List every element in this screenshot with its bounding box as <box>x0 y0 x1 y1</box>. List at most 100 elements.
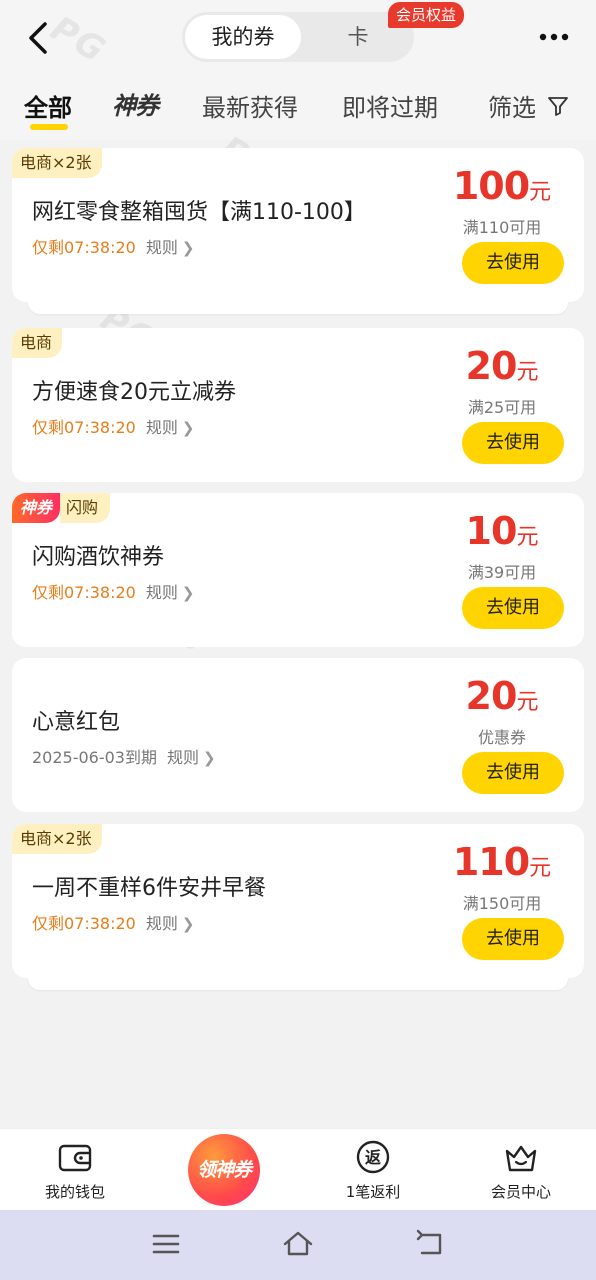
coupon-card: 电商×2张 一周不重样6件安井早餐 仅剩07:38:20 规则 ❯ 110元 满15… <box>12 824 584 994</box>
coupon-rule-link[interactable]: 规则 <box>146 418 178 437</box>
home-icon[interactable] <box>282 1228 314 1260</box>
use-coupon-button[interactable]: 去使用 <box>462 918 564 960</box>
active-tab-indicator <box>30 124 68 130</box>
coupon-amount-unit: 元 <box>529 856 552 881</box>
shenquan-badge: 神券 <box>12 493 61 523</box>
chevron-right-icon: ❯ <box>181 239 195 257</box>
menu-icon[interactable] <box>150 1228 182 1260</box>
filter-tabs: 全部 神券 最新获得 即将过期 筛选 <box>0 84 596 134</box>
coupon-amount-unit: 元 <box>516 525 539 550</box>
filter-funnel-icon[interactable] <box>546 94 570 118</box>
coupon-card-body[interactable]: 心意红包 2025-06-03到期 规则 ❯ 20元 优惠券 去使用 <box>12 658 584 812</box>
coupon-amount: 20元 <box>442 674 562 718</box>
nav-wallet-label: 我的钱包 <box>44 1183 105 1201</box>
coupon-card-body[interactable]: 电商×2张 网红零食整箱囤货【满110-100】 仅剩07:38:20 规则 ❯ 1… <box>12 148 584 302</box>
tab-my-coupons[interactable]: 我的券 <box>185 15 301 59</box>
card-stack-shadow <box>28 978 568 990</box>
coupon-title: 方便速食20元立减券 <box>32 380 236 405</box>
use-coupon-button[interactable]: 去使用 <box>462 242 564 284</box>
coupon-rule-link[interactable]: 规则 <box>167 748 199 767</box>
coupon-condition: 满25可用 <box>467 398 537 417</box>
chevron-right-icon: ❯ <box>181 584 195 602</box>
coupon-amount-value: 100 <box>452 164 530 208</box>
coupon-countdown: 仅剩07:38:20 <box>32 238 136 257</box>
get-shenquan-button[interactable]: 领神券 <box>188 1134 260 1206</box>
coupon-tag: 电商×2张 <box>12 824 102 854</box>
system-navigation-bar <box>0 1210 596 1280</box>
more-dots-icon <box>539 33 569 41</box>
coupon-condition: 优惠券 <box>477 728 526 747</box>
coupon-card: 电商 方便速食20元立减券 仅剩07:38:20 规则 ❯ 20元 满25可用 去使… <box>12 328 584 482</box>
coupon-countdown: 仅剩07:38:20 <box>32 914 136 933</box>
segment-control: 我的券 卡 <box>182 12 414 62</box>
filter-tab-all[interactable]: 全部 <box>24 88 72 123</box>
filter-tab-expiring[interactable]: 即将过期 <box>342 88 438 123</box>
filter-tab-shenquan[interactable]: 神券 <box>112 86 159 121</box>
back-button[interactable] <box>20 18 56 58</box>
coupon-meta: 仅剩07:38:20 规则 ❯ <box>32 414 194 438</box>
nav-rebate[interactable]: 返 1笔返利 <box>318 1139 428 1202</box>
coupon-title: 一周不重样6件安井早餐 <box>32 876 266 901</box>
coupon-card: 心意红包 2025-06-03到期 规则 ❯ 20元 优惠券 去使用 <box>12 658 584 812</box>
coupon-amount-unit: 元 <box>529 180 552 205</box>
coupon-title: 网红零食整箱囤货【满110-100】 <box>32 200 366 225</box>
wallet-icon <box>58 1144 92 1172</box>
coupon-condition: 满110可用 <box>462 218 542 237</box>
chevron-right-icon: ❯ <box>181 419 195 437</box>
nav-wallet[interactable]: 我的钱包 <box>20 1139 130 1202</box>
coupon-rule-link[interactable]: 规则 <box>146 238 178 257</box>
coupon-tag: 闪购 <box>60 493 111 523</box>
coupon-card: 电商×2张 网红零食整箱囤货【满110-100】 仅剩07:38:20 规则 ❯ 1… <box>12 148 584 318</box>
coupon-countdown: 仅剩07:38:20 <box>32 583 136 602</box>
coupon-card: 神券 闪购 闪购酒饮神券 仅剩07:38:20 规则 ❯ 10元 满39可用 去使用 <box>12 493 584 647</box>
coupon-amount-value: 20 <box>465 674 518 718</box>
coupon-amount: 20元 <box>442 344 562 388</box>
vip-benefits-badge[interactable]: 会员权益 <box>388 2 465 28</box>
bottom-nav: 我的钱包 返 1笔返利 会员中心 <box>0 1128 596 1210</box>
coupon-amount: 110元 <box>442 840 562 884</box>
coupon-meta: 仅剩07:38:20 规则 ❯ <box>32 234 194 258</box>
nav-rebate-label: 1笔返利 <box>345 1183 401 1201</box>
filter-tab-newest[interactable]: 最新获得 <box>202 88 298 123</box>
coupon-meta: 仅剩07:38:20 规则 ❯ <box>32 910 194 934</box>
coupon-amount-value: 110 <box>452 840 530 884</box>
coupon-amount: 100元 <box>442 164 562 208</box>
coupon-countdown: 仅剩07:38:20 <box>32 418 136 437</box>
nav-member-label: 会员中心 <box>490 1183 551 1201</box>
coupon-amount-unit: 元 <box>516 690 539 715</box>
chevron-right-icon: ❯ <box>203 749 216 767</box>
coupon-card-body[interactable]: 神券 闪购 闪购酒饮神券 仅剩07:38:20 规则 ❯ 10元 满39可用 去使用 <box>12 493 584 647</box>
coupon-card-body[interactable]: 电商 方便速食20元立减券 仅剩07:38:20 规则 ❯ 20元 满25可用 去使… <box>12 328 584 482</box>
nav-member-center[interactable]: 会员中心 <box>466 1139 576 1202</box>
use-coupon-button[interactable]: 去使用 <box>462 587 564 629</box>
coupon-title: 心意红包 <box>32 710 121 735</box>
coupon-tag: 电商×2张 <box>12 148 102 178</box>
coupon-amount: 10元 <box>442 509 562 553</box>
coupon-card-body[interactable]: 电商×2张 一周不重样6件安井早餐 仅剩07:38:20 规则 ❯ 110元 满15… <box>12 824 584 978</box>
coupon-rule-link[interactable]: 规则 <box>146 914 178 933</box>
use-coupon-button[interactable]: 去使用 <box>462 752 564 794</box>
coupon-amount-value: 10 <box>465 509 518 553</box>
rebate-icon-text: 返 <box>365 1148 381 1167</box>
coupon-tag: 电商 <box>12 328 63 358</box>
card-stack-shadow <box>28 302 568 314</box>
filter-button[interactable]: 筛选 <box>488 88 536 123</box>
header: 我的券 卡 会员权益 全部 神券 最新获得 即将过期 筛选 <box>0 0 596 140</box>
rebate-icon: 返 <box>356 1140 390 1174</box>
coupon-tags: 神券 闪购 <box>12 493 111 523</box>
chevron-right-icon: ❯ <box>181 915 195 933</box>
more-button[interactable] <box>534 22 574 52</box>
coupon-amount-value: 20 <box>465 344 518 388</box>
coupon-expiry-date: 2025-06-03到期 <box>32 748 157 767</box>
use-coupon-button[interactable]: 去使用 <box>462 422 564 464</box>
coupon-condition: 满150可用 <box>462 894 542 913</box>
crown-basket-icon <box>505 1145 537 1172</box>
coupon-amount-unit: 元 <box>516 360 539 385</box>
back-icon[interactable] <box>414 1228 446 1260</box>
coupon-meta: 仅剩07:38:20 规则 ❯ <box>32 579 194 603</box>
coupon-condition: 满39可用 <box>467 563 537 582</box>
coupon-title: 闪购酒饮神券 <box>32 545 165 570</box>
coupon-rule-link[interactable]: 规则 <box>146 583 178 602</box>
back-arrow-icon <box>29 22 47 54</box>
coupon-meta: 2025-06-03到期 规则 ❯ <box>32 744 216 768</box>
